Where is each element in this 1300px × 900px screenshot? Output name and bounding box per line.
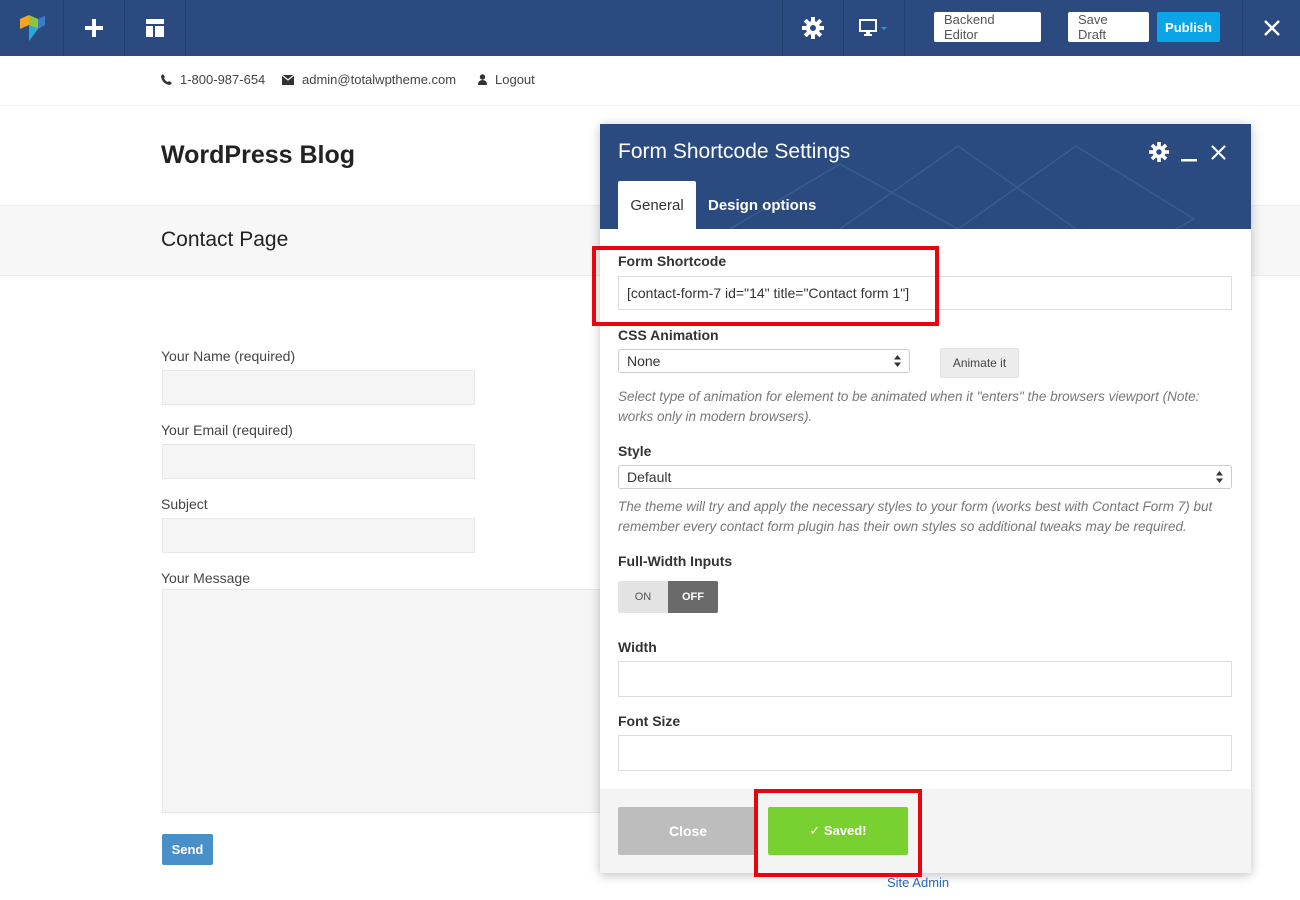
toggle-off[interactable]: OFF [668,581,718,613]
envelope-icon [282,74,294,85]
shortcode-highlight-box [592,246,939,326]
style-select[interactable]: Default [618,465,1232,489]
name-field[interactable] [162,370,475,405]
tab-general[interactable]: General [618,181,696,229]
gear-icon [802,17,824,39]
modal-header: Form Shortcode Settings General Design o… [600,124,1251,229]
email-address[interactable]: admin@totalwptheme.com [302,72,456,87]
width-input[interactable] [618,661,1232,697]
save-draft-button[interactable]: Save Draft [1068,12,1149,42]
modal-footer: Close ✓ Saved! [600,789,1251,873]
settings-button[interactable] [783,0,843,56]
form-shortcode-settings-modal: Form Shortcode Settings General Design o… [600,124,1251,873]
visual-composer-logo-icon[interactable] [0,0,63,56]
modal-title: Form Shortcode Settings [618,140,851,163]
close-button[interactable]: Close [618,807,758,855]
name-label: Your Name (required) [161,348,296,364]
email-field[interactable] [162,444,475,479]
modal-settings-button[interactable] [1149,142,1169,162]
phone-number: 1-800-987-654 [180,72,266,87]
full-width-toggle[interactable]: ON OFF [618,581,718,613]
modal-close-button[interactable] [1210,144,1227,161]
css-animation-select[interactable]: None [618,349,910,373]
phone-info: 1-800-987-654 [161,72,265,87]
page-title: Contact Page [161,228,289,251]
font-size-input[interactable] [618,735,1232,771]
subject-label: Subject [161,496,208,512]
editor-toolbar: Backend Editor Save Draft Publish [0,0,1300,56]
logout-label[interactable]: Logout [495,72,535,87]
logout-link[interactable]: Logout [478,72,535,87]
email-label: Your Email (required) [161,422,293,438]
css-animation-help: Select type of animation for element to … [618,389,1200,424]
subject-field[interactable] [162,518,475,553]
add-element-button[interactable] [64,0,124,56]
email-info[interactable]: admin@totalwptheme.com [282,72,456,87]
style-label: Style [618,443,652,459]
responsive-view-button[interactable] [844,0,904,56]
full-width-inputs-label: Full-Width Inputs [618,553,733,569]
css-animation-value: None [627,353,661,369]
publish-button[interactable]: Publish [1157,12,1220,42]
toggle-on[interactable]: ON [618,581,668,613]
css-animation-label: CSS Animation [618,327,719,343]
user-icon [478,74,487,85]
close-icon [1211,145,1226,160]
templates-button[interactable] [125,0,185,56]
gear-icon [1149,142,1169,162]
site-admin-link[interactable]: Site Admin [887,875,949,890]
width-label: Width [618,639,657,655]
select-arrows-icon [894,355,901,367]
backend-editor-button[interactable]: Backend Editor [934,12,1041,42]
modal-minimize-button[interactable] [1180,144,1198,162]
close-editor-button[interactable] [1243,0,1300,56]
style-value: Default [627,469,672,485]
message-field[interactable] [162,589,612,813]
style-help: The theme will try and apply the necessa… [618,499,1213,534]
plus-icon [85,19,103,37]
font-size-label: Font Size [618,713,681,729]
send-button[interactable]: Send [162,834,213,865]
top-info-bar: 1-800-987-654 admin@totalwptheme.com Log… [0,56,1300,106]
phone-icon [161,74,172,85]
animate-it-button[interactable]: Animate it [940,348,1019,378]
site-title[interactable]: WordPress Blog [161,141,355,170]
minimize-icon [1181,159,1197,162]
message-label: Your Message [161,570,250,586]
close-icon [1263,20,1280,36]
saved-highlight-box [754,789,922,877]
tab-design-options[interactable]: Design options [708,181,816,229]
select-arrows-icon [1216,471,1223,483]
layout-icon [146,19,164,37]
monitor-icon [859,19,887,36]
